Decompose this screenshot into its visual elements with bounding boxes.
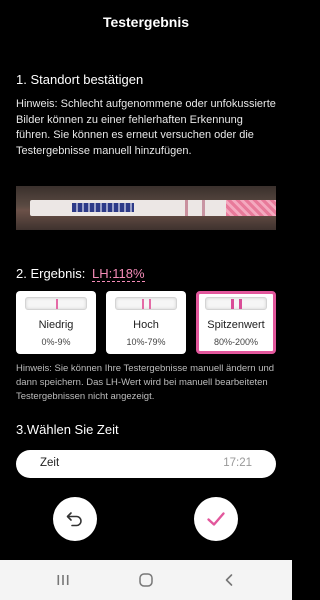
back-button[interactable] <box>219 570 239 590</box>
result-card-range: 0%-9% <box>41 337 71 347</box>
test-line <box>185 200 188 216</box>
location-hint: Hinweis: Schlecht aufgenommene oder unfo… <box>16 98 276 157</box>
recent-apps-icon <box>57 575 69 585</box>
confirm-button[interactable] <box>194 497 238 541</box>
mini-strip-line <box>56 299 58 309</box>
system-nav-bar <box>0 560 292 600</box>
result-card-label: Spitzenwert <box>207 319 265 331</box>
result-hint: Hinweis: Sie können Ihre Testergebnisse … <box>16 363 275 402</box>
lh-value[interactable]: LH:118% <box>92 266 145 282</box>
home-button[interactable] <box>136 570 156 590</box>
mini-strip-icon <box>25 297 87 310</box>
back-chevron-icon <box>225 574 233 586</box>
section-title-time: 3.Wählen Sie Zeit <box>16 422 119 437</box>
recent-apps-button[interactable] <box>53 570 73 590</box>
lh-value-text: LH:118% <box>92 266 145 282</box>
time-picker[interactable]: Zeit 17:21 <box>16 450 276 478</box>
checkmark-icon <box>207 512 225 526</box>
home-icon <box>139 573 153 587</box>
mini-strip-line <box>142 299 144 309</box>
test-strip-photo <box>16 186 276 230</box>
result-card-label: Hoch <box>133 319 159 331</box>
result-card-range: 10%-79% <box>126 337 166 347</box>
mini-strip-line <box>231 299 234 309</box>
result-card-low[interactable]: Niedrig 0%-9% <box>16 291 96 354</box>
section-title-location: 1. Standort bestätigen <box>16 72 144 87</box>
page-title: Testergebnis <box>102 14 190 30</box>
undo-button[interactable] <box>53 497 97 541</box>
time-value: 17:21 <box>223 457 252 469</box>
result-card-range: 80%-200% <box>213 337 259 347</box>
control-line <box>202 200 205 216</box>
result-card-label: Niedrig <box>38 319 74 331</box>
strip-pink-end <box>226 200 276 216</box>
mini-strip-icon <box>205 297 267 310</box>
test-strip <box>30 200 276 216</box>
strip-brand-band <box>72 203 134 212</box>
undo-arrow-icon <box>66 512 82 527</box>
time-label: Zeit <box>40 457 60 469</box>
section-title-result: 2. Ergebnis: <box>16 266 86 281</box>
result-card-peak[interactable]: Spitzenwert 80%-200% <box>196 291 276 354</box>
result-card-high[interactable]: Hoch 10%-79% <box>106 291 186 354</box>
mini-strip-line <box>149 299 151 309</box>
mini-strip-line <box>239 299 242 309</box>
mini-strip-icon <box>115 297 177 310</box>
